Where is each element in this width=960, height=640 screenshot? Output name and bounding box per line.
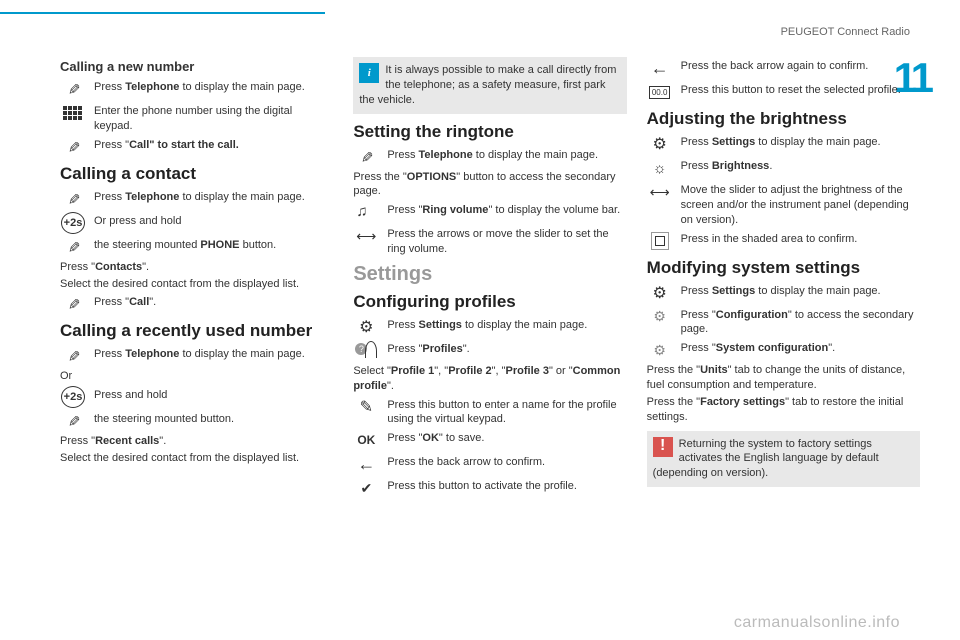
body-text: Or [60, 369, 333, 384]
body-text: Select the desired contact from the disp… [60, 451, 333, 466]
step-text: Press the back arrow again to confirm. [681, 57, 920, 74]
body-text: Press "Contacts". [60, 260, 333, 275]
gear-icon [353, 316, 379, 338]
telephone-icon [60, 293, 86, 315]
reset-icon: 00.0 [647, 81, 673, 103]
profiles-icon [353, 340, 379, 362]
keypad-icon [60, 102, 86, 124]
step-text: Press Settings to display the main page. [681, 133, 920, 150]
body-text: Select the desired contact from the disp… [60, 277, 333, 292]
telephone-icon [60, 136, 86, 158]
heading-profiles: Configuring profiles [353, 292, 626, 312]
back-arrow-icon [353, 453, 379, 475]
gear-small-icon [647, 339, 673, 361]
column-2: i It is always possible to make a call d… [353, 55, 626, 501]
top-accent-line [0, 12, 325, 14]
slider-arrows-icon [647, 181, 673, 203]
step-text: Press "Profiles". [387, 340, 626, 357]
step-text: the steering mounted button. [94, 410, 333, 427]
heading-settings: Settings [353, 263, 626, 286]
step-text: Press this button to reset the selected … [681, 81, 920, 98]
heading-system-settings: Modifying system settings [647, 258, 920, 278]
press-hold-icon: +2s [60, 386, 86, 408]
step-text: Or press and hold [94, 212, 333, 229]
brightness-icon [647, 157, 673, 179]
step-text: Press "Call". [94, 293, 333, 310]
shaded-area-icon [647, 230, 673, 252]
column-3: Press the back arrow again to confirm. 0… [647, 55, 920, 501]
step-text: Press the back arrow to confirm. [387, 453, 626, 470]
telephone-icon [60, 78, 86, 100]
press-hold-icon: +2s [60, 212, 86, 234]
ok-icon: OK [353, 429, 379, 451]
info-callout: i It is always possible to make a call d… [353, 57, 626, 114]
body-text: Press "Recent calls". [60, 434, 333, 449]
step-text: Press "System configuration". [681, 339, 920, 356]
gear-icon [647, 282, 673, 304]
step-text: Press Telephone to display the main page… [94, 78, 333, 95]
telephone-icon [60, 188, 86, 210]
step-text: Press and hold [94, 386, 333, 403]
heading-calling-recent: Calling a recently used number [60, 321, 333, 341]
step-text: Press "Configuration" to access the seco… [681, 306, 920, 338]
back-arrow-icon [647, 57, 673, 79]
body-text: Press the "Factory settings" tab to rest… [647, 395, 920, 425]
info-icon: i [359, 63, 379, 83]
body-text: Press the "OPTIONS" button to access the… [353, 170, 626, 200]
info-text: It is always possible to make a call dir… [359, 64, 616, 106]
slider-arrows-icon [353, 225, 379, 247]
step-text: Press this button to enter a name for th… [387, 396, 626, 428]
telephone-icon [60, 236, 86, 258]
edit-icon [353, 396, 379, 418]
step-text: Press Brightness. [681, 157, 920, 174]
warning-icon: ! [653, 437, 673, 457]
step-text: Press in the shaded area to confirm. [681, 230, 920, 247]
gear-icon [647, 133, 673, 155]
step-text: Press Telephone to display the main page… [387, 146, 626, 163]
step-text: Move the slider to adjust the brightness… [681, 181, 920, 228]
heading-ringtone: Setting the ringtone [353, 122, 626, 142]
heading-brightness: Adjusting the brightness [647, 109, 920, 129]
telephone-icon [60, 410, 86, 432]
step-text: Press the arrows or move the slider to s… [387, 225, 626, 257]
ring-volume-icon [353, 201, 379, 223]
body-text: Select "Profile 1", "Profile 2", "Profil… [353, 364, 626, 394]
page-content: Calling a new number Press Telephone to … [60, 55, 920, 501]
checkmark-icon [353, 477, 379, 499]
step-text: Press Settings to display the main page. [387, 316, 626, 333]
body-text: Press the "Units" tab to change the unit… [647, 363, 920, 393]
telephone-icon [353, 146, 379, 168]
warning-text: Returning the system to factory settings… [653, 438, 879, 480]
page-header: PEUGEOT Connect Radio [781, 26, 910, 38]
heading-calling-contact: Calling a contact [60, 164, 333, 184]
step-text: Press this button to activate the profil… [387, 477, 626, 494]
watermark: carmanualsonline.info [734, 614, 900, 632]
step-text: Press Telephone to display the main page… [94, 188, 333, 205]
gear-small-icon [647, 306, 673, 328]
column-1: Calling a new number Press Telephone to … [60, 55, 333, 501]
step-text: Press "Call" to start the call. [94, 136, 333, 153]
step-text: Enter the phone number using the digital… [94, 102, 333, 134]
step-text: Press "OK" to save. [387, 429, 626, 446]
heading-calling-new-number: Calling a new number [60, 59, 333, 74]
step-text: Press Telephone to display the main page… [94, 345, 333, 362]
warning-callout: ! Returning the system to factory settin… [647, 431, 920, 488]
telephone-icon [60, 345, 86, 367]
step-text: the steering mounted PHONE button. [94, 236, 333, 253]
step-text: Press Settings to display the main page. [681, 282, 920, 299]
step-text: Press "Ring volume" to display the volum… [387, 201, 626, 218]
